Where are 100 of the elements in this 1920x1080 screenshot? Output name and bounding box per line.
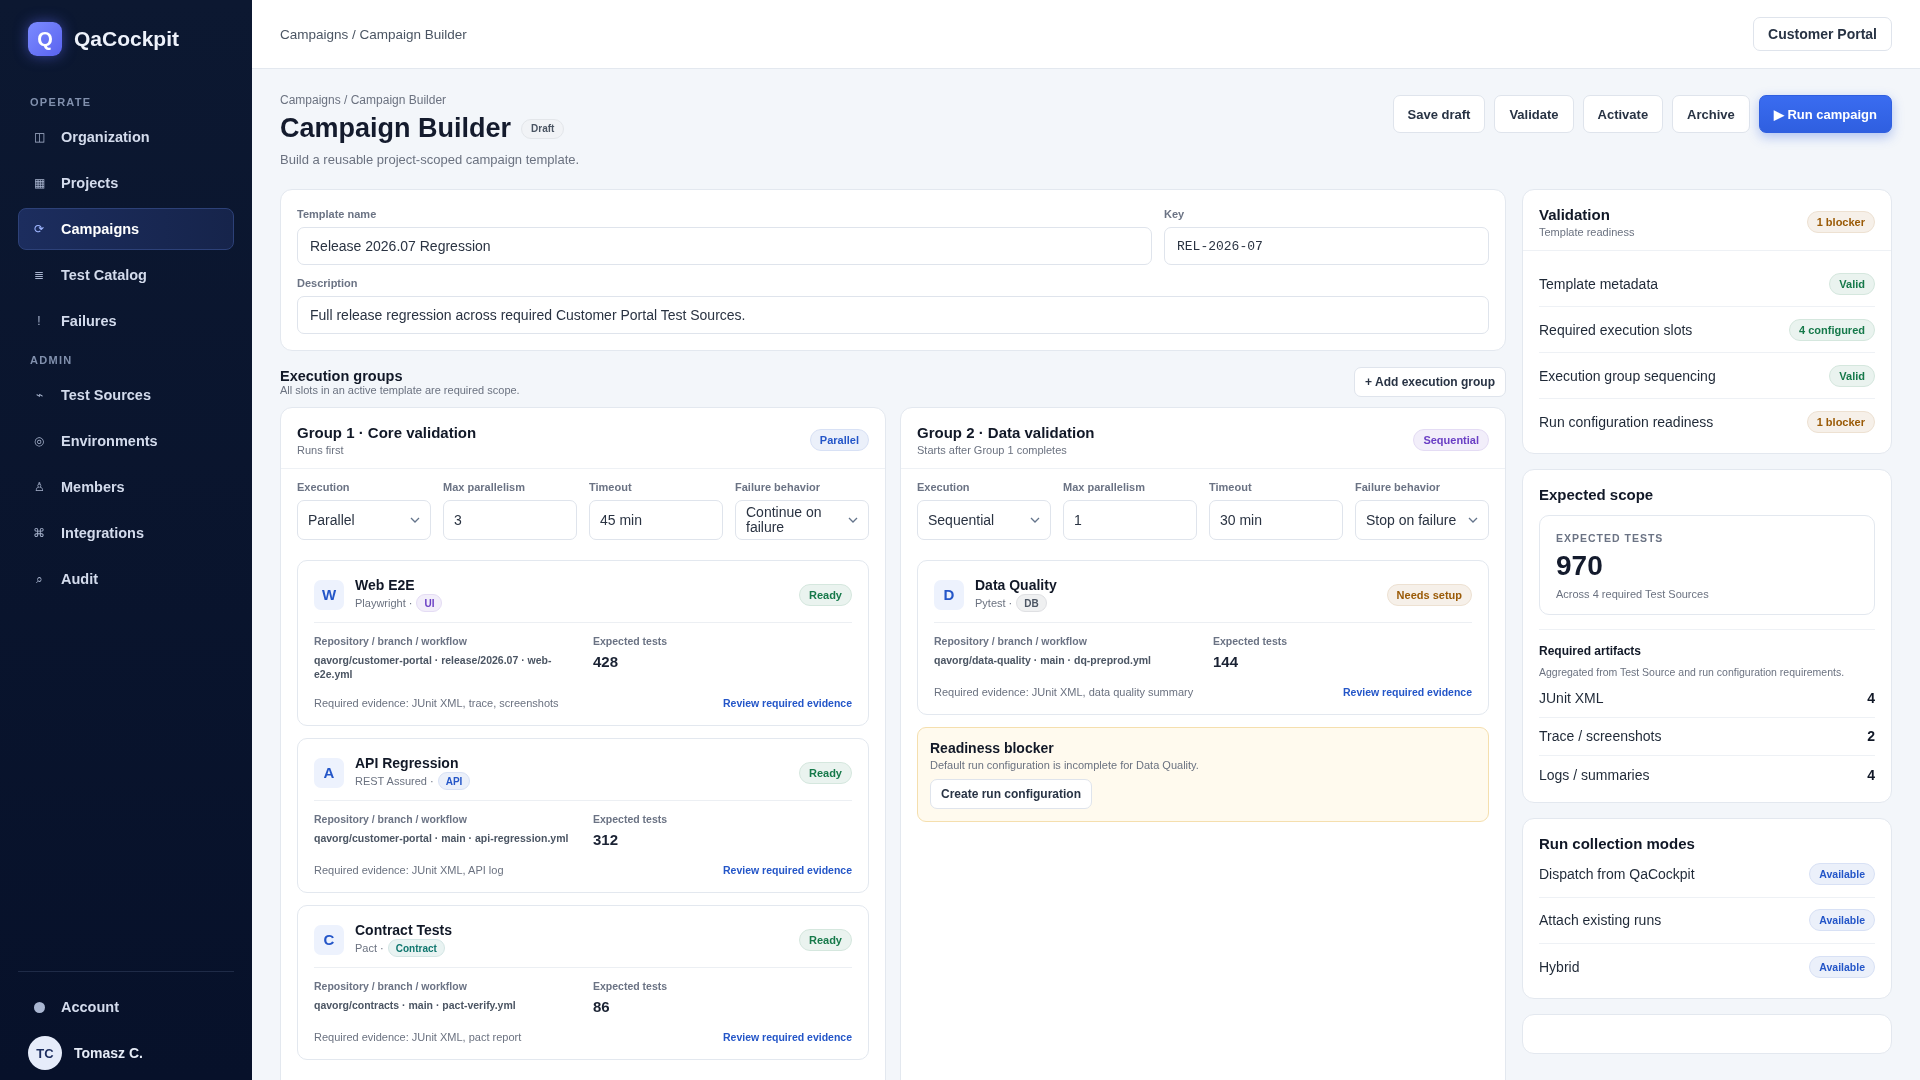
field-label: Expected tests bbox=[593, 980, 669, 993]
check-label: Required execution slots bbox=[1539, 321, 1693, 338]
status-badge: Ready bbox=[798, 583, 852, 606]
field-label: Repository / branch / workflow bbox=[314, 980, 468, 993]
mode-label: Hybrid bbox=[1539, 958, 1580, 975]
mode-label: Dispatch from QaCockpit bbox=[1539, 866, 1695, 883]
nav-item[interactable]: ♙ Members bbox=[18, 466, 234, 508]
field-label: Max parallelism bbox=[443, 481, 526, 493]
field-label: Expected tests bbox=[593, 813, 669, 826]
action-button[interactable]: Archive bbox=[1672, 95, 1750, 133]
nav-item[interactable]: ⌘ Integrations bbox=[18, 512, 234, 554]
section-subtitle: All slots in an active template are required scope. bbox=[280, 384, 520, 396]
check-label: Run configuration readiness bbox=[1539, 414, 1714, 430]
create-config-button[interactable]: Create run configuration bbox=[930, 779, 1092, 809]
nav-item[interactable]: ! Failures bbox=[18, 300, 234, 342]
caret-icon bbox=[1468, 517, 1478, 523]
nav-icon: ⌘ bbox=[33, 526, 45, 540]
select-field[interactable]: Continue on failure bbox=[735, 500, 869, 540]
card-title: Validation bbox=[1539, 206, 1611, 223]
field-label: Template name bbox=[297, 208, 378, 220]
section-heading: OPERATE bbox=[30, 96, 93, 108]
evidence-link[interactable]: Review required evidence bbox=[723, 864, 852, 877]
check-label: Execution group sequencing bbox=[1539, 367, 1716, 384]
field-label: Failure behavior bbox=[735, 481, 821, 493]
mode-label: Attach existing runs bbox=[1539, 912, 1662, 929]
account-link[interactable]: Account bbox=[18, 986, 234, 1028]
user-avatar: TC bbox=[28, 1036, 62, 1070]
evidence-link[interactable]: Review required evidence bbox=[723, 697, 852, 710]
card-title: Expected scope bbox=[1539, 486, 1655, 503]
source-name: Data Quality bbox=[975, 577, 1058, 593]
artifact-label: Trace / screenshots bbox=[1539, 728, 1662, 745]
name-field[interactable]: Release 2026.07 Regression bbox=[297, 227, 1152, 265]
nav-item[interactable]: ◫ Organization bbox=[18, 116, 234, 158]
add-group-button[interactable]: + Add execution group bbox=[1354, 367, 1506, 397]
nav-item[interactable]: ≣ Test Catalog bbox=[18, 254, 234, 296]
evidence-text: Required evidence: JUnit XML, trace, screenshots bbox=[314, 697, 559, 710]
mode-badge: Parallel bbox=[809, 429, 869, 451]
repo-path: qavorg/contracts · main · pact-verify.yml bbox=[314, 998, 517, 1013]
field-label: Expected tests bbox=[1213, 635, 1289, 647]
framework-label: Playwright · bbox=[355, 597, 413, 609]
user-name: Tomasz C. bbox=[74, 1045, 143, 1061]
nav-item[interactable]: ⌁ Test Sources bbox=[18, 374, 234, 416]
card-subtitle: Template readiness bbox=[1539, 226, 1635, 238]
tag: Contract bbox=[387, 939, 445, 958]
card-title: Run collection modes bbox=[1539, 834, 1696, 852]
evidence-link[interactable]: Review required evidence bbox=[1343, 686, 1472, 698]
input-field[interactable]: 1 bbox=[1063, 500, 1197, 540]
evidence-link[interactable]: Review required evidence bbox=[723, 1031, 852, 1044]
run-button[interactable]: ▶ Run campaign bbox=[1758, 95, 1892, 133]
caret-icon bbox=[1030, 517, 1040, 523]
action-button[interactable]: Save draft bbox=[1392, 95, 1486, 133]
subsection-title: Required artifacts bbox=[1539, 644, 1643, 658]
select-field[interactable]: Stop on failure bbox=[1355, 500, 1489, 540]
nav-icon: ▦ bbox=[33, 176, 45, 190]
group-title: Group 1 · Core validation bbox=[297, 424, 477, 441]
key-field[interactable]: REL-2026-07 bbox=[1164, 227, 1489, 265]
nav-item[interactable]: ⟳ Campaigns bbox=[18, 208, 234, 250]
tag: DB bbox=[1016, 594, 1047, 612]
evidence-text: Required evidence: JUnit XML, API log bbox=[314, 864, 504, 877]
account-icon bbox=[34, 1001, 45, 1013]
source-name: Contract Tests bbox=[355, 922, 453, 939]
field-label: Failure behavior bbox=[1355, 481, 1441, 493]
field-label: Repository / branch / workflow bbox=[314, 813, 468, 826]
select-field[interactable]: Parallel bbox=[297, 500, 431, 540]
section-title: Execution groups bbox=[280, 368, 404, 384]
action-button[interactable]: Validate bbox=[1494, 95, 1574, 133]
nav-item[interactable]: ◎ Environments bbox=[18, 420, 234, 462]
test-count: 428 bbox=[593, 653, 620, 670]
breadcrumb: Campaigns / Campaign Builder bbox=[280, 93, 448, 107]
source-name: Web E2E bbox=[355, 577, 416, 593]
status-badge: Valid bbox=[1829, 272, 1875, 295]
field-label: Description bbox=[297, 277, 359, 289]
nav-item[interactable]: ▦ Projects bbox=[18, 162, 234, 204]
nav-item[interactable]: ⌕ Audit bbox=[18, 558, 234, 600]
framework-label: Pact · bbox=[355, 942, 384, 955]
input-field[interactable]: 30 min bbox=[1209, 500, 1343, 540]
caret-icon bbox=[848, 517, 858, 523]
nav-icon: ≣ bbox=[33, 268, 45, 282]
group-subtitle: Starts after Group 1 completes bbox=[917, 444, 1068, 456]
status-badge: Needs setup bbox=[1386, 583, 1472, 606]
project-button[interactable]: Customer Portal bbox=[1753, 17, 1892, 51]
source-name: API Regression bbox=[355, 755, 460, 772]
select-field[interactable]: Sequential bbox=[917, 500, 1051, 540]
artifact-count: 4 bbox=[1867, 766, 1875, 783]
repo-path: qavorg/customer-portal · release/2026.07 · web-e2e.yml bbox=[314, 653, 553, 682]
breadcrumb: Campaigns / Campaign Builder bbox=[280, 26, 467, 42]
caret-icon bbox=[410, 517, 420, 523]
test-count: 144 bbox=[1213, 653, 1240, 670]
source-icon: A bbox=[314, 757, 344, 788]
source-icon: C bbox=[314, 924, 344, 955]
framework-label: REST Assured · bbox=[355, 775, 434, 788]
status-badge: Valid bbox=[1829, 364, 1875, 387]
nav-icon: ◫ bbox=[33, 130, 45, 144]
input-field[interactable]: 45 min bbox=[589, 500, 723, 540]
input-field[interactable]: 3 bbox=[443, 500, 577, 540]
nav-icon: ⟳ bbox=[33, 222, 45, 236]
description-field[interactable]: Full release regression across required Customer Portal Test Sources. bbox=[297, 296, 1489, 334]
action-button[interactable]: Activate bbox=[1582, 95, 1664, 133]
blocker-text: Default run configuration is incomplete for Data Quality. bbox=[930, 759, 1200, 771]
source-icon: W bbox=[314, 579, 344, 610]
